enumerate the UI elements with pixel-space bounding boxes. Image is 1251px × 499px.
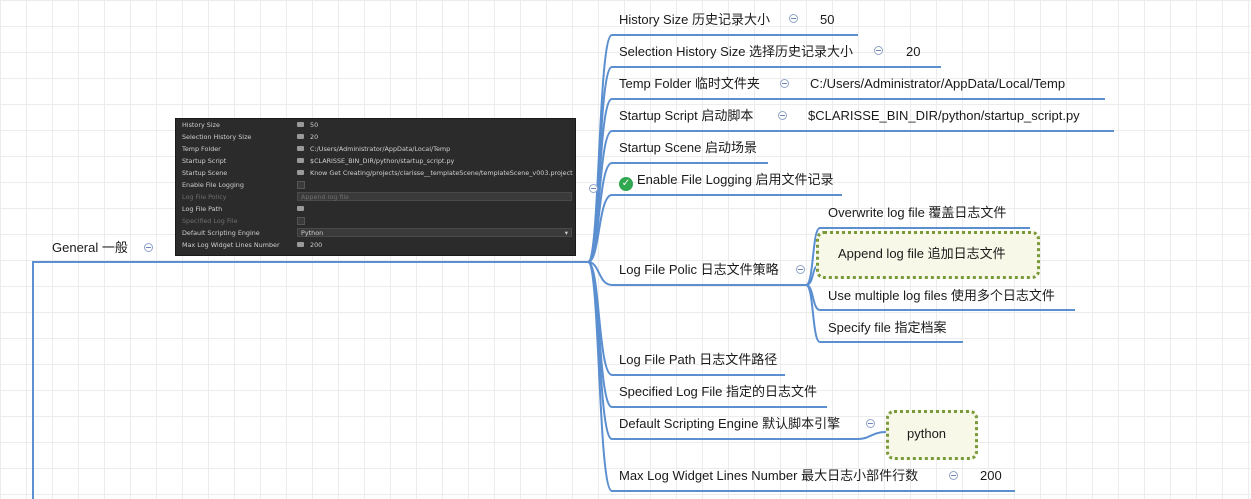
option-append-log-file[interactable]: Append log file 追加日志文件 — [838, 245, 1006, 263]
stepper-icon — [297, 134, 304, 139]
option-overwrite-log-file[interactable]: Overwrite log file 覆盖日志文件 — [828, 204, 1006, 222]
panel-row-label: Selection History Size — [182, 133, 252, 141]
folder-icon — [297, 206, 304, 211]
collapse-root-icon[interactable] — [144, 243, 153, 252]
branch-default-scripting-engine[interactable]: Default Scripting Engine 默认脚本引擎 — [619, 415, 840, 433]
branch-history-size[interactable]: History Size 历史记录大小 — [619, 11, 770, 29]
panel-row: Startup Scene Know Get Creating/projects… — [176, 167, 575, 179]
panel-row-label: Max Log Widget Lines Number — [182, 241, 280, 249]
stepper-icon — [297, 242, 304, 247]
branch-log-file-path[interactable]: Log File Path 日志文件路径 — [619, 351, 777, 369]
collapse-icon[interactable] — [780, 79, 789, 88]
value-max-log-widget-lines[interactable]: 200 — [980, 467, 1002, 485]
settings-panel-screenshot: History Size 50 Selection History Size 2… — [175, 118, 576, 256]
panel-row-value: Know Get Creating/projects/clarisse__tem… — [310, 169, 573, 177]
value-default-scripting-engine[interactable]: python — [907, 425, 946, 443]
collapse-icon[interactable] — [949, 471, 958, 480]
collapse-icon[interactable] — [796, 265, 805, 274]
branch-startup-script[interactable]: Startup Script 启动脚本 — [619, 107, 753, 125]
branch-max-log-widget-lines[interactable]: Max Log Widget Lines Number 最大日志小部件行数 — [619, 467, 918, 485]
panel-row: Startup Script $CLARISSE_BIN_DIR/python/… — [176, 155, 575, 167]
root-node-general[interactable]: General 一般 — [52, 239, 128, 257]
panel-row: Log File Path — [176, 203, 575, 215]
branch-enable-file-logging[interactable]: ✓ Enable File Logging 启用文件记录 — [619, 171, 834, 191]
panel-row-label: Temp Folder — [182, 145, 221, 153]
dropdown-value: Python — [301, 229, 324, 237]
panel-row-label: Log File Policy — [182, 193, 227, 201]
panel-row: Default Scripting Engine Python ▾ — [176, 227, 575, 239]
value-startup-script[interactable]: $CLARISSE_BIN_DIR/python/startup_script.… — [808, 107, 1080, 125]
panel-row-label: History Size — [182, 121, 220, 129]
panel-row: History Size 50 — [176, 119, 575, 131]
panel-row-label: Enable File Logging — [182, 181, 244, 189]
branch-selection-history-size[interactable]: Selection History Size 选择历史记录大小 — [619, 43, 853, 61]
option-specify-file[interactable]: Specify file 指定档案 — [828, 319, 946, 337]
branch-startup-scene[interactable]: Startup Scene 启动场景 — [619, 139, 757, 157]
panel-row: Log File Policy Append log file — [176, 191, 575, 203]
panel-row: Temp Folder C:/Users/Administrator/AppDa… — [176, 143, 575, 155]
dropdown: Python ▾ — [297, 228, 572, 237]
panel-row-value: 200 — [310, 241, 323, 249]
panel-row: Selection History Size 20 — [176, 131, 575, 143]
folder-icon — [297, 158, 304, 163]
panel-row: Max Log Widget Lines Number 200 — [176, 239, 575, 251]
branch-label: Enable File Logging 启用文件记录 — [637, 172, 834, 187]
collapse-icon[interactable] — [789, 14, 798, 23]
branch-log-file-policy[interactable]: Log File Polic 日志文件策略 — [619, 261, 779, 279]
panel-row-value: 50 — [310, 121, 319, 129]
dropdown-value: Append log file — [301, 193, 350, 201]
check-icon: ✓ — [619, 177, 633, 191]
panel-row-value: C:/Users/Administrator/AppData/Local/Tem… — [310, 145, 451, 153]
collapse-icon[interactable] — [874, 46, 883, 55]
option-use-multiple-log-files[interactable]: Use multiple log files 使用多个日志文件 — [828, 287, 1055, 305]
panel-row: Enable File Logging — [176, 179, 575, 191]
root-connector — [32, 261, 140, 499]
value-history-size[interactable]: 50 — [820, 11, 834, 29]
panel-row-label: Startup Script — [182, 157, 227, 165]
panel-row-label: Specified Log File — [182, 217, 238, 225]
folder-icon — [297, 146, 304, 151]
value-selection-history-size[interactable]: 20 — [906, 43, 920, 61]
chevron-down-icon: ▾ — [564, 229, 568, 237]
collapse-hub-icon[interactable] — [589, 184, 598, 193]
collapse-icon[interactable] — [778, 111, 787, 120]
panel-row-label: Default Scripting Engine — [182, 229, 260, 237]
panel-row-value: $CLARISSE_BIN_DIR/python/startup_script.… — [310, 157, 455, 165]
folder-icon — [297, 170, 304, 175]
panel-row-value: 20 — [310, 133, 319, 141]
collapse-icon[interactable] — [866, 419, 875, 428]
branch-specified-log-file[interactable]: Specified Log File 指定的日志文件 — [619, 383, 817, 401]
branch-temp-folder[interactable]: Temp Folder 临时文件夹 — [619, 75, 760, 93]
panel-row: Specified Log File — [176, 215, 575, 227]
panel-row-label: Log File Path — [182, 205, 223, 213]
panel-row-label: Startup Scene — [182, 169, 228, 177]
stepper-icon — [297, 122, 304, 127]
dropdown: Append log file — [297, 192, 572, 201]
value-temp-folder[interactable]: C:/Users/Administrator/AppData/Local/Tem… — [810, 75, 1065, 93]
checkbox — [297, 181, 305, 189]
checkbox — [297, 217, 305, 225]
